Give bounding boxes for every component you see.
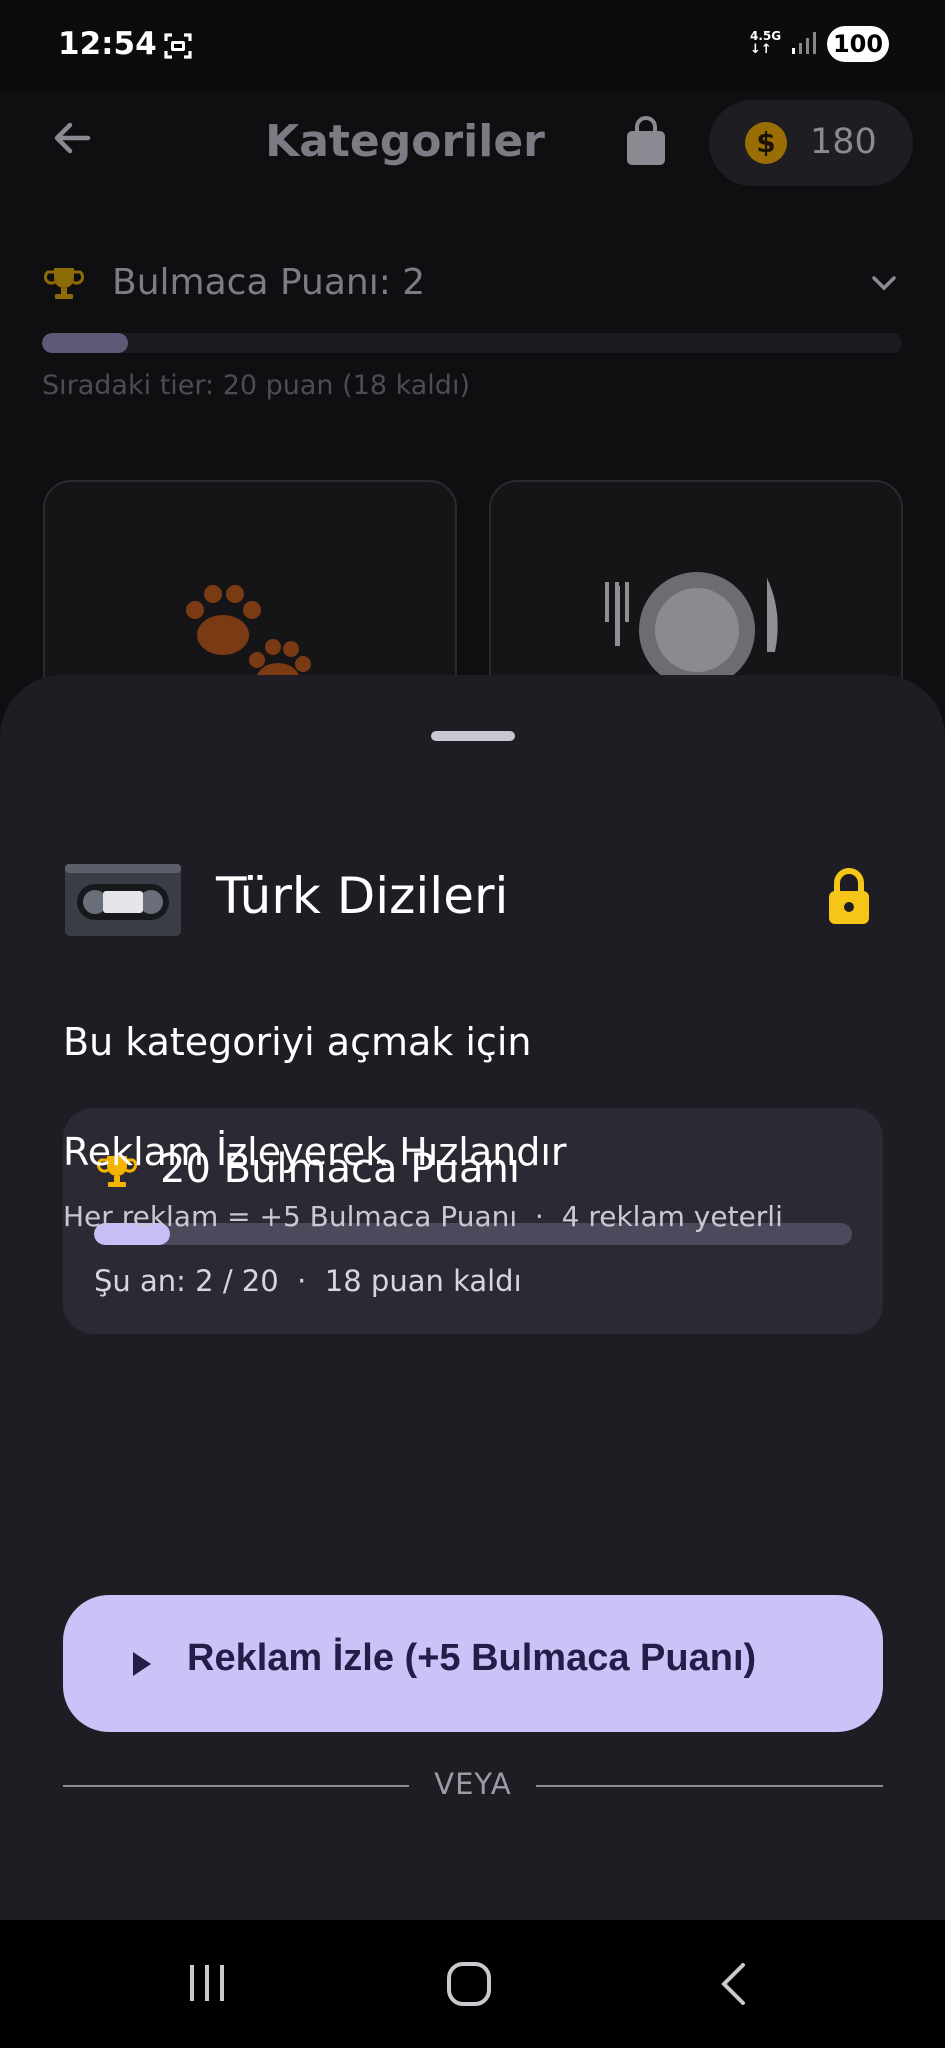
next-tier-text: Sıradaki tier: 20 puan (18 kaldı) [42, 370, 470, 401]
status-bar: 12:54 4.5G ↓↑ 100 [0, 0, 945, 90]
nav-back-icon[interactable] [718, 1962, 748, 2006]
ad-section: Reklam İzleyerek Hızlandır Her reklam = … [0, 675, 945, 1920]
puzzle-score-label: Bulmaca Puanı: 2 [112, 262, 426, 303]
puzzle-score-row[interactable]: Bulmaca Puanı: 2 [44, 258, 899, 308]
coin-icon: $ [745, 122, 787, 164]
battery-indicator: 100 [827, 26, 889, 62]
puzzle-score-progress [42, 333, 902, 353]
shopping-bag-icon[interactable] [622, 116, 670, 168]
coin-balance[interactable]: $ 180 [709, 100, 913, 186]
signal-icon [792, 32, 816, 54]
screenshot-icon [164, 33, 192, 59]
trophy-icon [44, 268, 84, 299]
chevron-down-icon[interactable] [869, 268, 899, 298]
recent-apps-icon[interactable] [186, 1963, 228, 2003]
system-nav-bar [0, 1920, 945, 2048]
network-indicator: 4.5G ↓↑ [750, 29, 782, 57]
coin-count: 180 [810, 122, 877, 162]
page-title: Kategoriler [265, 116, 545, 167]
watch-ad-label: Reklam İzle (+5 Bulmaca Puanı) [187, 1637, 757, 1679]
play-icon [133, 1652, 151, 1676]
ad-subtitle: Her reklam = +5 Bulmaca Puanı · 4 reklam… [63, 1200, 783, 1233]
home-icon[interactable] [446, 1961, 492, 2007]
puzzle-score-progress-fill [42, 333, 128, 353]
ad-title: Reklam İzleyerek Hızlandır [63, 1130, 567, 1174]
status-time: 12:54 [58, 26, 157, 62]
watch-ad-button[interactable]: Reklam İzle (+5 Bulmaca Puanı) [63, 1595, 883, 1732]
